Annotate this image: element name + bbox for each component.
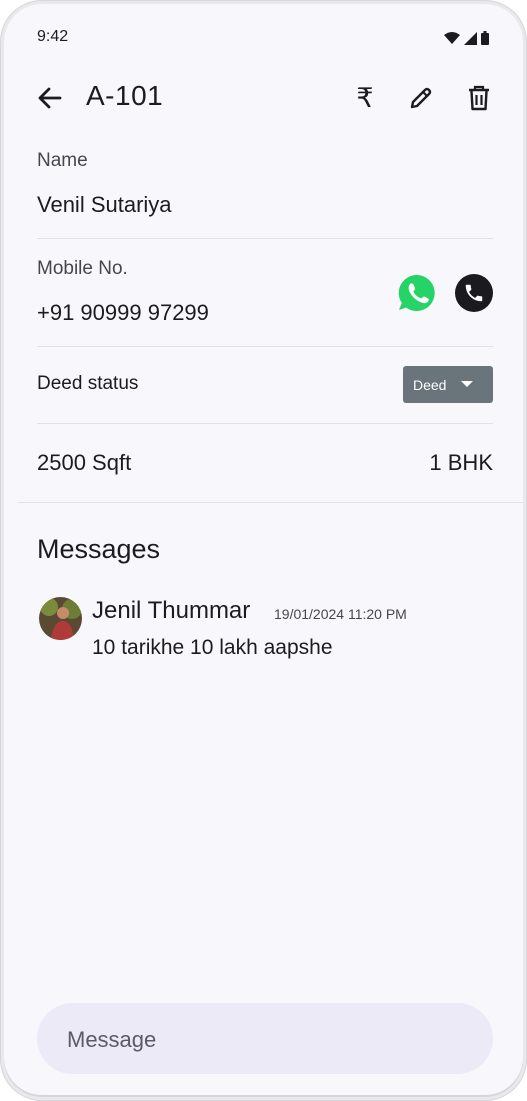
- page-title: A-101: [86, 80, 164, 111]
- mobile-label: Mobile No.: [37, 258, 128, 279]
- back-button[interactable]: [34, 82, 66, 114]
- deed-status-value: Deed: [413, 376, 447, 393]
- message-timestamp: 19/01/2024 11:20 PM: [274, 606, 407, 622]
- mobile-value: +91 90999 97299: [37, 300, 209, 325]
- divider: [37, 346, 493, 347]
- edit-button[interactable]: [406, 83, 436, 113]
- avatar: [39, 597, 82, 640]
- caret-down-icon: [461, 381, 473, 387]
- name-value: Venil Sutariya: [37, 192, 172, 217]
- battery-icon: [481, 31, 489, 45]
- screen: 9:42 A-101 ₹ Name Venil Sutariya Mobile …: [4, 4, 523, 1095]
- device-frame: 9:42 A-101 ₹ Name Venil Sutariya Mobile …: [0, 0, 527, 1101]
- area-value: 2500 Sqft: [37, 450, 132, 475]
- rupee-icon: ₹: [356, 82, 374, 113]
- app-bar: A-101 ₹: [4, 66, 523, 130]
- rupee-button[interactable]: ₹: [350, 83, 380, 113]
- message-sender: Jenil Thummar: [92, 597, 251, 624]
- section-divider: [18, 502, 523, 503]
- deed-status-select[interactable]: Deed: [403, 366, 493, 403]
- phone-icon: [465, 284, 483, 302]
- name-label: Name: [37, 150, 88, 171]
- whatsapp-button[interactable]: [397, 273, 437, 313]
- call-button[interactable]: [455, 274, 493, 312]
- status-icons: [444, 31, 489, 45]
- message-text: 10 tarikhe 10 lakh aapshe: [92, 636, 333, 659]
- pencil-icon: [410, 87, 432, 109]
- messages-title: Messages: [37, 534, 161, 564]
- delete-button[interactable]: [464, 83, 494, 113]
- message-input[interactable]: [65, 1025, 459, 1055]
- type-value: 1 BHK: [429, 450, 493, 475]
- arrow-left-icon: [38, 87, 62, 109]
- status-time: 9:42: [37, 28, 69, 45]
- deed-status-label: Deed status: [37, 373, 139, 394]
- wifi-icon: [444, 32, 460, 44]
- whatsapp-icon: [398, 274, 435, 311]
- divider: [37, 423, 493, 424]
- divider: [37, 238, 493, 239]
- message-composer: [37, 1003, 493, 1074]
- trash-icon: [469, 85, 489, 111]
- status-bar: 9:42: [4, 4, 523, 66]
- cellular-icon: [464, 31, 477, 45]
